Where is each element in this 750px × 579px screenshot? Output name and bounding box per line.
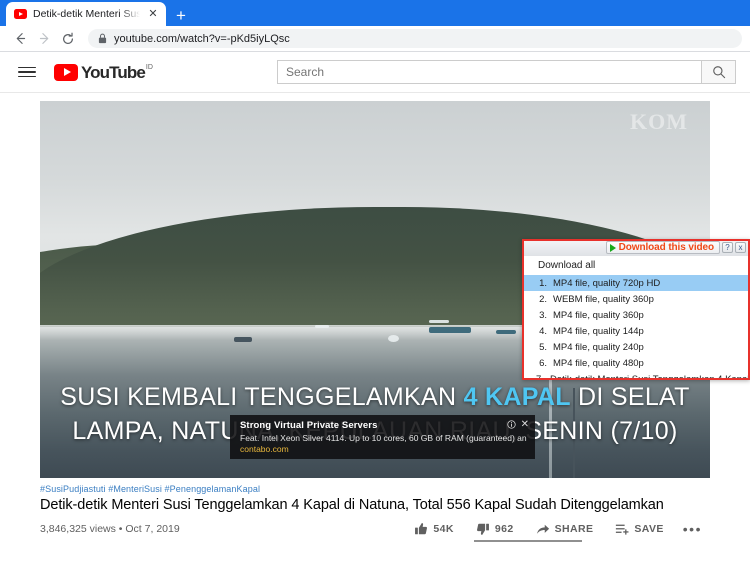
video-metadata: #SusiPudjiastuti #MenteriSusi #Penenggel… [0,478,750,542]
browser-tab[interactable]: Detik-detik Menteri Susi Tenggel ✕ [6,2,166,26]
youtube-wordmark: YouTube [81,62,146,82]
browser-window: Detik-detik Menteri Susi Tenggel ✕ + you… [0,0,750,579]
list-item-index: 1. [539,277,547,289]
download-helper-popup[interactable]: Download this video ? x Download all 1. … [522,239,750,380]
more-actions-button[interactable]: ••• [675,522,710,536]
close-icon[interactable]: ✕ [146,8,160,20]
youtube-country-code: ID [145,63,153,71]
youtube-play-icon [54,63,78,81]
play-triangle-icon [609,243,616,252]
download-this-video-button[interactable]: Download this video [605,241,720,254]
url-text: youtube.com/watch?v=-pKd5iyLQsc [114,32,290,45]
share-arrow-icon [536,524,549,534]
ad-description: Feat. Intel Xeon Silver 4114. Up to 10 c… [240,433,527,443]
forward-button[interactable] [32,28,56,50]
ad-close-icon[interactable]: ✕ [521,419,529,430]
like-button[interactable]: 54K [403,522,464,536]
video-ad-overlay[interactable]: Strong Virtual Private Servers Feat. Int… [230,415,535,459]
list-item[interactable]: 4. MP4 file, quality 144p [524,323,748,339]
list-item[interactable]: 3. MP4 file, quality 360p [524,307,748,323]
hamburger-menu-icon[interactable] [14,61,40,84]
thumbs-down-icon [476,523,489,535]
ad-url[interactable]: contabo.com [240,444,527,454]
youtube-header: YouTube ID [0,52,750,93]
list-item-label: MP4 file, quality 240p [553,341,644,353]
channel-watermark: KOM [630,109,688,134]
close-button[interactable]: x [735,242,746,253]
new-tab-button[interactable]: + [176,7,186,24]
dislike-count: 962 [494,523,514,535]
list-item[interactable]: 6. MP4 file, quality 480p [524,355,748,371]
padlock-icon [98,33,107,44]
reload-button[interactable] [56,28,80,50]
list-item-index: 7. [536,373,544,380]
list-item-label: MP4 file, quality 360p [553,309,644,321]
boat [428,327,471,334]
search-icon [712,66,725,79]
list-item-index: 5. [539,341,547,353]
browser-toolbar: youtube.com/watch?v=-pKd5iyLQsc [0,26,750,52]
caption-highlight: 4 KAPAL [463,382,571,411]
video-area: KOM SUSI KEMBALI TENGGELAMKAN 4 KAPAL DI… [0,93,750,478]
ad-title: Strong Virtual Private Servers [240,420,378,431]
search-button[interactable] [702,60,736,84]
action-buttons: 54K 962 SHARE SAVE ••• [403,522,710,536]
list-item-label: MP4 file, quality 480p [553,357,644,369]
stats-row: 3,846,325 views • Oct 7, 2019 54K 962 SH… [40,522,710,542]
list-item-index: 4. [539,325,547,337]
hashtags[interactable]: #SusiPudjiastuti #MenteriSusi #Penenggel… [40,484,710,494]
download-button-label: Download this video [618,242,714,253]
list-item-label: MP4 file, quality 720p HD [553,277,661,289]
caption-text-a: SUSI KEMBALI TENGGELAMKAN [60,382,464,411]
help-button[interactable]: ? [722,242,733,253]
boat [428,320,449,324]
like-count: 54K [433,523,454,535]
list-item[interactable]: 1. MP4 file, quality 720p HD [524,275,748,291]
save-label: SAVE [634,523,664,535]
tab-title: Detik-detik Menteri Susi Tenggel [33,8,140,20]
list-item[interactable]: 2. WEBM file, quality 360p [524,291,748,307]
page-title: Detik-detik Menteri Susi Tenggelamkan 4 … [40,497,664,513]
tab-strip: Detik-detik Menteri Susi Tenggel ✕ + [0,0,750,26]
info-icon [506,420,516,429]
search-area [277,60,736,84]
back-button[interactable] [8,28,32,50]
download-popup-titlebar: Download this video ? x [524,241,748,256]
boat [495,330,516,335]
address-bar[interactable]: youtube.com/watch?v=-pKd5iyLQsc [88,29,742,48]
ad-controls: ✕ [506,419,529,430]
like-ratio-bar [474,540,582,542]
boat [234,336,253,342]
thumbs-up-icon [415,523,428,535]
youtube-logo[interactable]: YouTube ID [54,63,153,82]
search-input[interactable] [286,65,693,79]
list-item[interactable]: 7. Detik-detik Menteri Susi Tenggelamkan… [524,371,750,380]
list-item-index: 2. [539,293,547,305]
list-item-label: Detik-detik Menteri Susi Tenggelamkan 4 … [549,373,750,380]
search-box[interactable] [277,60,702,84]
download-all-item[interactable]: Download all [524,256,748,275]
share-button[interactable]: SHARE [525,523,605,536]
download-popup-titlebar-controls: Download this video ? x [605,241,746,254]
caption-text-b: DI SELAT [570,382,690,411]
dislike-button[interactable]: 962 [465,522,525,536]
boat [388,334,400,342]
list-item-index: 6. [539,357,547,369]
boat [314,325,329,329]
youtube-favicon-icon [14,9,27,19]
download-options-list: 1. MP4 file, quality 720p HD 2. WEBM fil… [524,275,750,380]
save-playlist-icon [616,524,629,535]
list-item-label: MP4 file, quality 144p [553,325,644,337]
save-button[interactable]: SAVE [604,522,674,536]
share-label: SHARE [554,523,594,535]
list-item[interactable]: 5. MP4 file, quality 240p [524,339,748,355]
list-item-label: WEBM file, quality 360p [553,293,654,305]
youtube-page: YouTube ID Search KOM SUSI KEMBALI TENGG… [0,52,750,579]
list-item-index: 3. [539,309,547,321]
view-count: 3,846,325 views • Oct 7, 2019 [40,523,180,535]
